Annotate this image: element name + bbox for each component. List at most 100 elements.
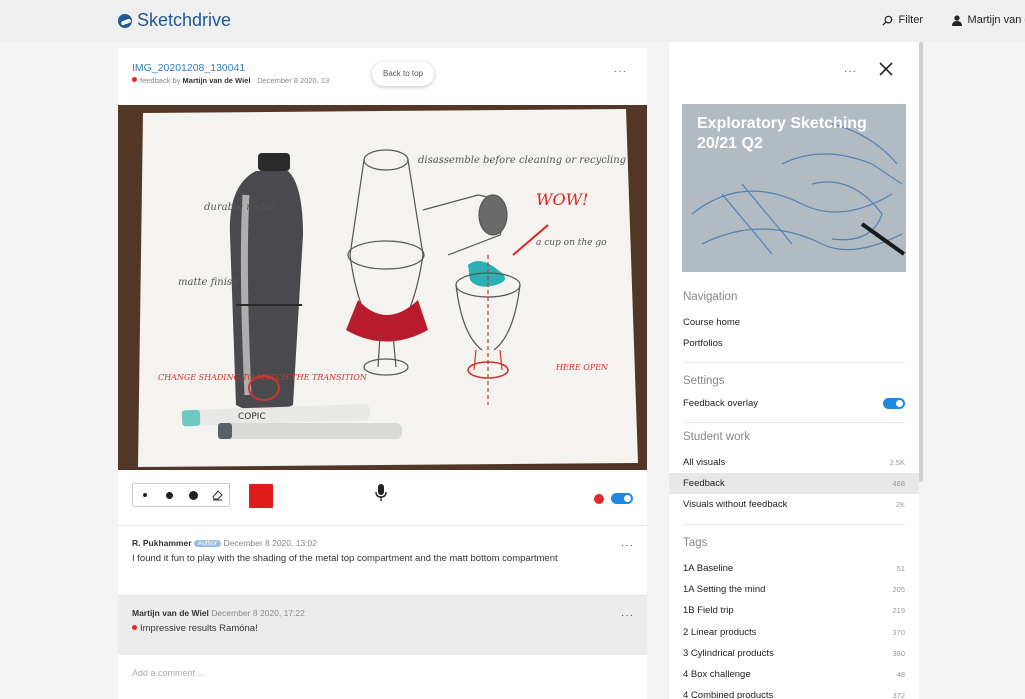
svg-text:WOW!: WOW! bbox=[536, 190, 588, 209]
comment-text: I found it fun to play with the shading … bbox=[132, 553, 558, 564]
student-work-item-feedback[interactable]: Feedback 468 bbox=[669, 473, 919, 494]
course-panel: ··· Exploratory Sketching 20/21 Q2 Navig… bbox=[669, 42, 919, 699]
svg-text:disassemble before cleaning or: disassemble before cleaning or recycling bbox=[418, 155, 626, 166]
row-count: 219 bbox=[892, 606, 905, 615]
student-work-item-all-visuals[interactable]: All visuals 2.5K bbox=[669, 452, 919, 473]
post-author: Martijn van de Wiel bbox=[182, 76, 251, 85]
row-count: 51 bbox=[896, 564, 905, 573]
svg-text:COPIC: COPIC bbox=[238, 412, 266, 422]
overlay-toggle[interactable] bbox=[611, 493, 633, 504]
panel-scrollbar[interactable] bbox=[919, 42, 923, 482]
settings-section-title: Settings bbox=[683, 375, 725, 387]
feedback-overlay-label: Feedback overlay bbox=[683, 398, 758, 409]
comment-menu-button[interactable]: ··· bbox=[621, 610, 634, 621]
record-dot-icon bbox=[594, 494, 604, 504]
section-divider bbox=[683, 362, 905, 363]
brush-medium-button[interactable] bbox=[157, 484, 181, 506]
brush-small-button[interactable] bbox=[133, 484, 157, 506]
tag-item[interactable]: 3 Cylindrical products 380 bbox=[669, 643, 919, 664]
row-count: 205 bbox=[892, 585, 905, 594]
top-bar: Sketchdrive Filter Martijn van de Wiel bbox=[0, 0, 1025, 42]
comment-date: December 8 2020, 17:22 bbox=[211, 608, 305, 618]
course-title: Exploratory Sketching 20/21 Q2 bbox=[697, 115, 867, 152]
row-count: 372 bbox=[892, 691, 905, 699]
comment-date: December 8 2020, 13:02 bbox=[223, 538, 317, 548]
comment-author: Martijn van de Wiel bbox=[132, 608, 209, 618]
row-count: 48 bbox=[896, 670, 905, 679]
comment-menu-button[interactable]: ··· bbox=[621, 540, 634, 551]
microphone-icon bbox=[375, 484, 387, 501]
post-date: · December 8 2020, 13 bbox=[252, 76, 330, 85]
top-right-actions: Filter Martijn van de Wiel bbox=[882, 14, 1025, 26]
comment-text: Impressive results Ramóna! bbox=[132, 622, 633, 635]
eraser-icon bbox=[212, 490, 223, 501]
row-label: 1A Setting the mind bbox=[683, 584, 766, 595]
feedback-dot-icon bbox=[132, 77, 137, 82]
microphone-button[interactable] bbox=[375, 484, 387, 507]
row-label: 1A Baseline bbox=[683, 563, 734, 574]
section-divider bbox=[683, 524, 905, 525]
tag-item[interactable]: 4 Combined products 372 bbox=[669, 685, 919, 699]
filter-label: Filter bbox=[898, 14, 923, 26]
row-label: 2 Linear products bbox=[683, 627, 757, 638]
add-comment-input[interactable]: Add a comment ... bbox=[132, 668, 205, 678]
brand-name: Sketchdrive bbox=[137, 10, 232, 30]
row-label: 4 Box challenge bbox=[683, 669, 751, 680]
row-label: 1B Field trip bbox=[683, 605, 734, 616]
tag-item[interactable]: 1B Field trip 219 bbox=[669, 600, 919, 621]
dot-small-icon bbox=[143, 493, 147, 497]
brush-size-group bbox=[132, 483, 230, 507]
student-work-section-title: Student work bbox=[683, 431, 751, 443]
user-name: Martijn van de Wiel bbox=[967, 14, 1025, 26]
nav-link-course-home[interactable]: Course home bbox=[683, 317, 740, 328]
dot-medium-icon bbox=[165, 491, 173, 499]
svg-text:HERE OPEN: HERE OPEN bbox=[555, 363, 609, 372]
tag-item[interactable]: 1A Baseline 51 bbox=[669, 558, 919, 579]
section-divider bbox=[683, 422, 905, 423]
comment-author: R. Pukhammer bbox=[132, 538, 192, 548]
student-work-item-without-feedback[interactable]: Visuals without feedback 2K bbox=[669, 494, 919, 515]
close-icon bbox=[879, 62, 893, 76]
row-label: 3 Cylindrical products bbox=[683, 648, 774, 659]
back-to-top-button[interactable]: Back to top bbox=[372, 62, 435, 86]
comment-item: R. Pukhammer Author December 8 2020, 13:… bbox=[118, 525, 647, 595]
svg-text:CHANGE SHADING TO MATCH THE TR: CHANGE SHADING TO MATCH THE TRANSITION bbox=[158, 373, 368, 382]
feedback-overlay-toggle[interactable] bbox=[883, 398, 905, 409]
filter-button[interactable]: Filter bbox=[882, 14, 923, 26]
drawing-toolbar bbox=[118, 470, 647, 525]
user-icon bbox=[951, 14, 962, 26]
brush-large-button[interactable] bbox=[181, 484, 205, 506]
tag-item[interactable]: 4 Box challenge 48 bbox=[669, 664, 919, 685]
row-count: 468 bbox=[892, 479, 905, 488]
sketchdrive-logo-icon bbox=[118, 13, 132, 28]
row-count: 2.5K bbox=[889, 458, 905, 467]
post-menu-button[interactable]: ··· bbox=[614, 66, 627, 77]
feedback-dot-icon bbox=[132, 625, 137, 630]
row-label: Feedback bbox=[683, 478, 725, 489]
row-count: 2K bbox=[895, 500, 905, 509]
navigation-section-title: Navigation bbox=[683, 291, 738, 303]
search-icon bbox=[882, 15, 892, 26]
tag-item[interactable]: 1A Setting the mind 205 bbox=[669, 579, 919, 600]
author-badge: Author bbox=[193, 540, 222, 547]
panel-menu-button[interactable]: ··· bbox=[844, 66, 857, 77]
row-count: 380 bbox=[892, 649, 905, 658]
dot-large-icon bbox=[188, 490, 198, 500]
eraser-button[interactable] bbox=[205, 484, 229, 506]
post-title[interactable]: IMG_20201208_130041 bbox=[132, 62, 329, 74]
nav-link-portfolios[interactable]: Portfolios bbox=[683, 338, 723, 349]
tag-item[interactable]: 2 Linear products 370 bbox=[669, 622, 919, 643]
comment-header: R. Pukhammer Author December 8 2020, 13:… bbox=[132, 538, 633, 548]
user-menu[interactable]: Martijn van de Wiel bbox=[951, 14, 1025, 26]
row-count: 370 bbox=[892, 628, 905, 637]
comment-header: Martijn van de Wiel December 8 2020, 17:… bbox=[132, 608, 633, 618]
svg-text:matte finish: matte finish bbox=[178, 277, 238, 288]
post-header: IMG_20201208_130041 feedback by Martijn … bbox=[132, 62, 329, 85]
post-card: IMG_20201208_130041 feedback by Martijn … bbox=[118, 48, 647, 699]
row-label: 4 Combined products bbox=[683, 690, 774, 699]
svg-text:a cup on the go: a cup on the go bbox=[536, 238, 607, 248]
close-panel-button[interactable] bbox=[878, 61, 894, 82]
color-picker-button[interactable] bbox=[249, 484, 273, 508]
brand-logo-link[interactable]: Sketchdrive bbox=[118, 10, 231, 31]
svg-text:durable metal: durable metal bbox=[204, 202, 275, 213]
